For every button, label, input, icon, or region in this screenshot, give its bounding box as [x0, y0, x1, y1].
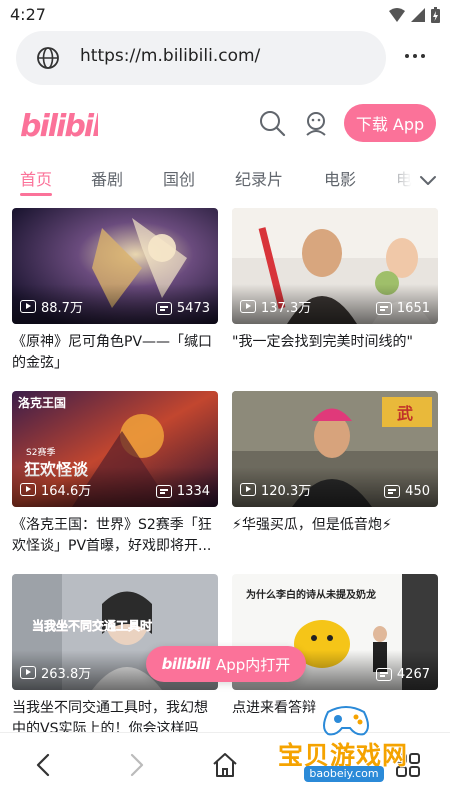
bilibili-logo[interactable]: bilibili — [20, 104, 98, 144]
watermark-url: baobeiy.com — [304, 766, 384, 782]
active-tab-indicator — [20, 193, 52, 196]
user-avatar-icon[interactable] — [302, 109, 330, 137]
signal-icon — [411, 8, 425, 22]
view-count-text: 137.3万 — [261, 301, 312, 316]
address-bar[interactable]: https://m.bilibili.com/ — [16, 31, 386, 85]
video-card[interactable]: 洛克王国 S2赛季 狂欢怪谈 164.6万 1334 《洛克王国：世界》S2赛季… — [12, 391, 218, 557]
danmaku-count-text: 1651 — [396, 301, 430, 316]
danmaku-icon — [155, 485, 172, 498]
gamepad-icon — [323, 706, 369, 736]
view-count-text: 120.3万 — [261, 484, 312, 499]
video-title[interactable]: ⚡华强买瓜，但是低音炮⚡ — [232, 515, 438, 557]
home-icon[interactable] — [211, 751, 239, 779]
thumbnail-caption: 当我坐不同交通工具时 — [32, 618, 152, 633]
view-count: 88.7万 — [20, 297, 83, 316]
view-count: 120.3万 — [240, 480, 311, 499]
danmaku-count: 5473 — [155, 301, 210, 316]
back-icon[interactable] — [30, 751, 58, 779]
danmaku-count: 1334 — [155, 484, 210, 499]
video-title[interactable]: 《洛克王国：世界》S2赛季「狂欢怪谈」PV首曝，好戏即将开... — [12, 515, 218, 557]
status-bar: 4:27 — [0, 0, 450, 30]
thumbnail-caption: S2赛季 — [26, 446, 55, 458]
tab-guochuang[interactable]: 国创 — [163, 166, 195, 190]
danmaku-count: 4267 — [375, 667, 430, 682]
video-title[interactable]: 《原神》尼可角色PV——「缄口的金弦」 — [12, 332, 218, 374]
view-count-text: 263.8万 — [41, 667, 92, 682]
danmaku-count-text: 450 — [405, 484, 430, 499]
battery-icon — [431, 7, 440, 23]
video-thumbnail[interactable]: 88.7万 5473 — [12, 208, 218, 324]
view-count: 164.6万 — [20, 480, 91, 499]
video-thumbnail[interactable]: 洛克王国 S2赛季 狂欢怪谈 164.6万 1334 — [12, 391, 218, 507]
category-tabs: 首页 番剧 国创 纪录片 电影 电 — [0, 160, 450, 202]
danmaku-count-text: 1334 — [176, 484, 210, 499]
danmaku-icon — [155, 302, 172, 315]
open-in-app-label: App内打开 — [216, 655, 291, 674]
danmaku-icon — [375, 668, 392, 681]
bilibili-mini-logo: bilibili — [161, 655, 211, 673]
chevron-down-icon[interactable] — [416, 168, 440, 192]
browser-menu-button[interactable] — [400, 44, 430, 68]
wifi-icon — [389, 8, 405, 22]
tab-documentary[interactable]: 纪录片 — [235, 166, 283, 190]
download-app-button[interactable]: 下载 App — [344, 104, 436, 142]
view-count-text: 164.6万 — [41, 484, 92, 499]
view-count: 263.8万 — [20, 663, 91, 682]
globe-icon — [37, 47, 59, 69]
play-count-icon — [20, 300, 36, 313]
view-count: 137.3万 — [240, 297, 311, 316]
view-count-text: 88.7万 — [41, 301, 83, 316]
video-card[interactable]: 137.3万 1651 "我一定会找到完美时间线的" — [232, 208, 438, 374]
danmaku-count: 1651 — [375, 301, 430, 316]
tab-home[interactable]: 首页 — [20, 166, 52, 190]
danmaku-icon — [384, 485, 401, 498]
video-card[interactable]: 武 120.3万 450 ⚡华强买瓜，但是低音炮⚡ — [232, 391, 438, 557]
video-thumbnail[interactable]: 137.3万 1651 — [232, 208, 438, 324]
search-icon[interactable] — [258, 109, 286, 137]
video-card[interactable]: 88.7万 5473 《原神》尼可角色PV——「缄口的金弦」 — [12, 208, 218, 374]
play-count-icon — [20, 666, 36, 679]
tab-movie[interactable]: 电影 — [324, 166, 356, 190]
play-count-icon — [240, 300, 256, 313]
thumbnail-caption: 武 — [397, 404, 413, 423]
url-text: https://m.bilibili.com/ — [80, 46, 261, 66]
thumbnail-caption: 洛克王国 — [18, 395, 66, 410]
play-count-icon — [20, 483, 36, 496]
watermark: 宝贝游戏网 baobeiy.com — [268, 700, 424, 790]
open-in-app-button[interactable]: bilibili App内打开 — [146, 646, 306, 682]
danmaku-count-text: 4267 — [396, 667, 430, 682]
thumbnail-caption: 为什么李白的诗从未提及奶龙 — [246, 588, 376, 601]
status-time: 4:27 — [10, 5, 46, 24]
svg-text:bilibili: bilibili — [20, 109, 98, 144]
danmaku-count: 450 — [384, 484, 430, 499]
danmaku-count-text: 5473 — [176, 301, 210, 316]
video-title[interactable]: "我一定会找到完美时间线的" — [232, 332, 438, 374]
tab-anime[interactable]: 番剧 — [91, 166, 123, 190]
status-icons — [389, 7, 440, 23]
video-thumbnail[interactable]: 武 120.3万 450 — [232, 391, 438, 507]
forward-icon[interactable] — [122, 751, 150, 779]
play-count-icon — [240, 483, 256, 496]
danmaku-icon — [375, 302, 392, 315]
